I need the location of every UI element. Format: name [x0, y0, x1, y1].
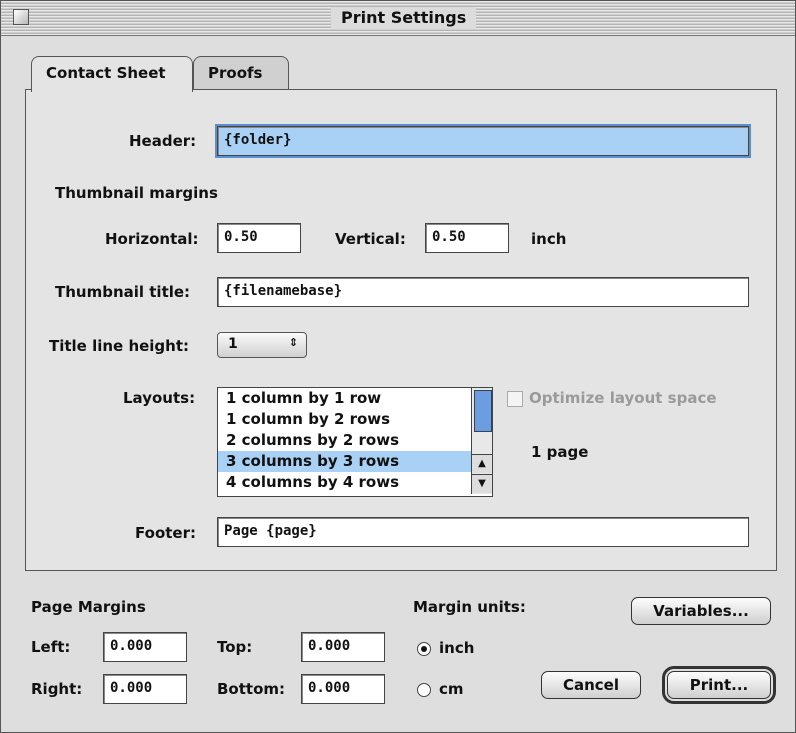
- print-button[interactable]: Print...: [662, 666, 776, 704]
- title-line-height-popup[interactable]: 1 ⇕: [217, 332, 307, 358]
- optimize-layout-checkbox[interactable]: [507, 391, 523, 407]
- print-settings-window: Print Settings Contact Sheet Proofs Head…: [0, 0, 796, 733]
- vertical-margin-field[interactable]: 0.50: [425, 223, 509, 253]
- layouts-label: Layouts:: [123, 389, 196, 407]
- bottom-margin-field[interactable]: 0.000: [301, 674, 385, 704]
- page-margins-heading: Page Margins: [31, 598, 146, 616]
- list-item[interactable]: 1 column by 2 rows: [218, 409, 492, 430]
- horizontal-margin-field[interactable]: 0.50: [217, 223, 301, 253]
- inch-radio[interactable]: [417, 642, 431, 656]
- scroll-up-icon[interactable]: ▲: [472, 454, 492, 473]
- cancel-button[interactable]: Cancel: [541, 671, 641, 699]
- margin-units-heading: Margin units:: [413, 598, 526, 616]
- list-item[interactable]: 2 columns by 2 rows: [218, 430, 492, 451]
- thumbnail-title-field[interactable]: {filenamebase}: [217, 277, 749, 307]
- list-item[interactable]: 4 columns by 4 rows: [218, 472, 492, 493]
- cm-radio[interactable]: [417, 683, 431, 697]
- title-line-height-value: 1: [228, 336, 238, 352]
- window-title: Print Settings: [331, 7, 477, 29]
- left-margin-label: Left:: [31, 638, 71, 656]
- list-item-selected[interactable]: 3 columns by 3 rows: [218, 451, 492, 472]
- header-label: Header:: [129, 132, 197, 150]
- cm-radio-label: cm: [439, 680, 464, 698]
- close-box-icon[interactable]: [13, 9, 29, 25]
- thumbnail-margins-heading: Thumbnail margins: [55, 184, 218, 202]
- thumb-margin-unit: inch: [531, 230, 567, 248]
- tab-proofs[interactable]: Proofs: [193, 56, 289, 90]
- left-margin-field[interactable]: 0.000: [103, 632, 187, 662]
- tab-contact-sheet[interactable]: Contact Sheet: [31, 56, 193, 92]
- layouts-scrollbar[interactable]: ▲ ▼: [471, 388, 492, 494]
- footer-field[interactable]: Page {page}: [217, 517, 749, 547]
- top-margin-field[interactable]: 0.000: [301, 632, 385, 662]
- contact-sheet-panel: [25, 89, 777, 571]
- footer-label: Footer:: [135, 524, 196, 542]
- vertical-label: Vertical:: [335, 230, 406, 248]
- page-count: 1 page: [531, 443, 589, 461]
- title-line-height-label: Title line height:: [49, 337, 190, 355]
- variables-button[interactable]: Variables...: [631, 597, 771, 625]
- right-margin-field[interactable]: 0.000: [103, 674, 187, 704]
- right-margin-label: Right:: [31, 680, 83, 698]
- list-item[interactable]: 1 column by 1 row: [218, 388, 492, 409]
- horizontal-label: Horizontal:: [105, 230, 199, 248]
- title-bar[interactable]: Print Settings: [1, 1, 795, 36]
- inch-radio-label: inch: [439, 639, 475, 657]
- header-field[interactable]: {folder}: [215, 124, 751, 158]
- optimize-layout-label: Optimize layout space: [529, 389, 717, 407]
- stepper-arrows-icon: ⇕: [288, 336, 298, 349]
- layouts-list[interactable]: 1 column by 1 row 1 column by 2 rows 2 c…: [217, 387, 493, 497]
- thumbnail-title-label: Thumbnail title:: [55, 283, 191, 301]
- scroll-down-icon[interactable]: ▼: [472, 474, 492, 493]
- top-margin-label: Top:: [217, 638, 253, 656]
- bottom-margin-label: Bottom:: [217, 680, 286, 698]
- scrollbar-thumb[interactable]: [474, 390, 492, 432]
